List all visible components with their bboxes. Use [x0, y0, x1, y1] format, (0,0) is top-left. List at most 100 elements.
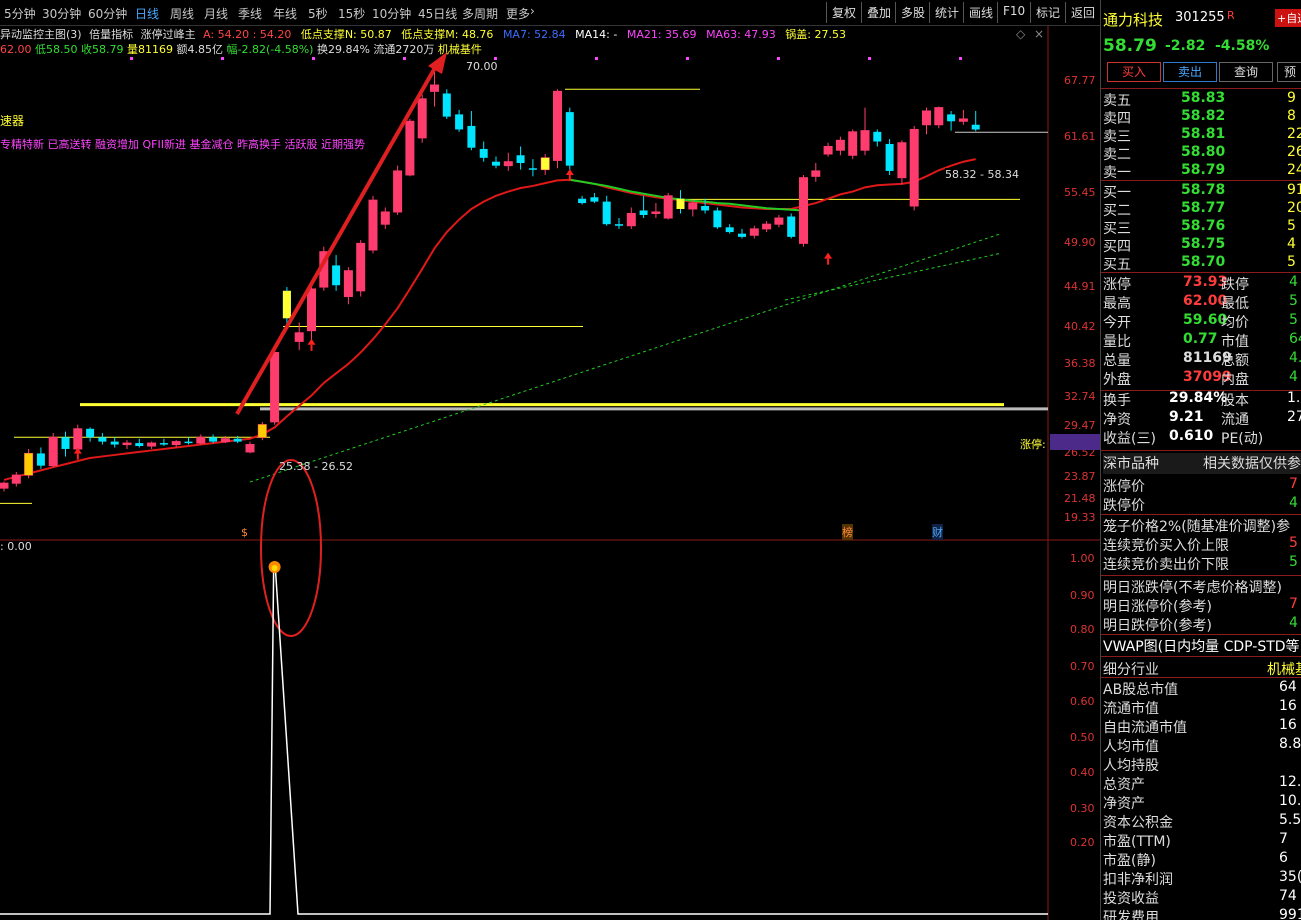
stat-label: 今开: [1103, 315, 1131, 331]
candle: [368, 195, 378, 254]
book-level-label: 买一: [1103, 185, 1131, 201]
fundamental-value: 64: [1279, 679, 1297, 695]
marker-dividend[interactable]: $: [241, 526, 248, 539]
candle-body: [873, 131, 882, 142]
price-tick-label: 61.61: [1064, 130, 1096, 143]
candle-body-fill: [0, 483, 8, 489]
candle: [615, 218, 623, 229]
price-tick-label: 32.74: [1064, 390, 1096, 403]
candle-body-fill: [651, 211, 660, 214]
candle-body: [528, 168, 537, 170]
stat-label: 跌停: [1221, 277, 1249, 293]
candle: [122, 440, 132, 449]
candle-body: [467, 125, 476, 148]
order-book-row[interactable]: 卖三 58.81 22: [1103, 126, 1301, 145]
limit-up-axis-tag: [1050, 434, 1100, 450]
fundamental-row: 扣非净利润 35(: [1103, 869, 1301, 888]
trend-arrow-head: [428, 52, 447, 74]
highlight-ellipse: [260, 459, 322, 637]
candle: [553, 89, 562, 169]
candle-body-fill: [774, 218, 783, 225]
buy-signal-arrow: [824, 252, 833, 259]
book-volume: 22: [1287, 126, 1301, 142]
book-volume: 20: [1287, 200, 1301, 216]
range-label-left: 25.38 - 26.52: [279, 460, 353, 473]
book-level-label: 卖四: [1103, 111, 1131, 127]
candle: [885, 139, 894, 175]
order-book-row[interactable]: 卖四 58.82 8: [1103, 108, 1301, 127]
candle: [590, 192, 599, 204]
book-level-label: 买三: [1103, 221, 1131, 237]
kline-chart[interactable]: [0, 0, 1100, 920]
candle: [159, 438, 168, 446]
fundamental-label: 流通市值: [1103, 701, 1159, 717]
candle: [36, 447, 45, 469]
query-button[interactable]: 查询: [1219, 62, 1273, 82]
candle-body-fill: [73, 428, 82, 449]
info-label: 明日跌停价(参考): [1103, 618, 1212, 634]
candle-body: [713, 210, 722, 228]
marker-finance[interactable]: 财: [932, 524, 943, 540]
preview-button[interactable]: 预: [1277, 62, 1301, 82]
order-book-row[interactable]: 买三 58.76 5: [1103, 218, 1301, 237]
candle-body: [516, 155, 525, 164]
stats-row: 量比 0.77市值 64: [1103, 331, 1301, 350]
order-book-row[interactable]: 买五 58.70 5: [1103, 254, 1301, 273]
candle-body: [578, 198, 587, 204]
fundamental-value: 991: [1279, 907, 1301, 920]
info-row: 明日涨跌停(不考虑价格调整): [1103, 577, 1301, 596]
order-book-row[interactable]: 买一 58.78 91: [1103, 182, 1301, 201]
industry-label: 细分行业: [1103, 662, 1159, 678]
candle: [860, 107, 870, 156]
book-price: 58.83: [1181, 90, 1226, 106]
candle-body-fill: [848, 131, 857, 156]
book-volume: 24: [1287, 162, 1301, 178]
buy-button[interactable]: 买入: [1107, 62, 1161, 82]
book-level-label: 买四: [1103, 239, 1131, 255]
book-price: 58.77: [1181, 200, 1226, 216]
book-level-label: 卖五: [1103, 93, 1131, 109]
sell-button[interactable]: 卖出: [1163, 62, 1217, 82]
candle-body: [86, 428, 95, 438]
order-book-row[interactable]: 买二 58.77 20: [1103, 200, 1301, 219]
stat-value: 4.: [1289, 350, 1301, 366]
stat-label: 市值: [1221, 334, 1249, 350]
info-label: 笼子价格2%(随基准价调整)参: [1103, 519, 1291, 535]
candle-body: [98, 437, 107, 442]
price-tick-label: 36.38: [1064, 357, 1096, 370]
book-level-label: 卖二: [1103, 147, 1131, 163]
marker-list[interactable]: 榜: [842, 524, 853, 540]
order-book-row[interactable]: 卖二 58.80 26: [1103, 144, 1301, 163]
candle-body: [61, 437, 70, 449]
candle-body-fill: [910, 129, 919, 207]
stat-label: 总量: [1103, 353, 1131, 369]
fundamental-label: 扣非净利润: [1103, 872, 1173, 888]
candle: [467, 110, 476, 151]
price-tick-label: 23.87: [1064, 470, 1096, 483]
candle: [393, 165, 403, 215]
candle: [98, 433, 107, 445]
limit-up-candle: [258, 424, 267, 438]
stat-label: 均价: [1221, 315, 1249, 331]
order-book-row[interactable]: 买四 58.75 4: [1103, 236, 1301, 255]
limit-up-candle: [541, 157, 550, 170]
market-title[interactable]: 深市品种: [1103, 453, 1159, 473]
fundamental-label: 研发费用: [1103, 910, 1159, 920]
candle-body: [602, 201, 611, 225]
industry-value[interactable]: 机械基: [1267, 659, 1301, 679]
order-book-row[interactable]: 卖一 58.79 24: [1103, 162, 1301, 181]
fundamental-label: 投资收益: [1103, 891, 1159, 907]
candle-body-fill: [307, 288, 316, 331]
add-watchlist-button[interactable]: +自选: [1275, 9, 1301, 27]
vwap-title[interactable]: VWAP图(日内均量 CDP-STD等: [1103, 636, 1300, 656]
book-volume: 9: [1287, 90, 1296, 106]
candle: [86, 427, 95, 442]
book-price: 58.76: [1181, 218, 1226, 234]
candle-body: [233, 438, 242, 442]
limit-up-candle: [24, 453, 33, 476]
candle-body-fill: [836, 140, 845, 151]
lower-tick-label: 1.00: [1070, 552, 1095, 565]
signal-dot: [686, 57, 689, 60]
fundamental-row: 资本公积金 5.5: [1103, 812, 1301, 831]
order-book-row[interactable]: 卖五 58.83 9: [1103, 90, 1301, 109]
